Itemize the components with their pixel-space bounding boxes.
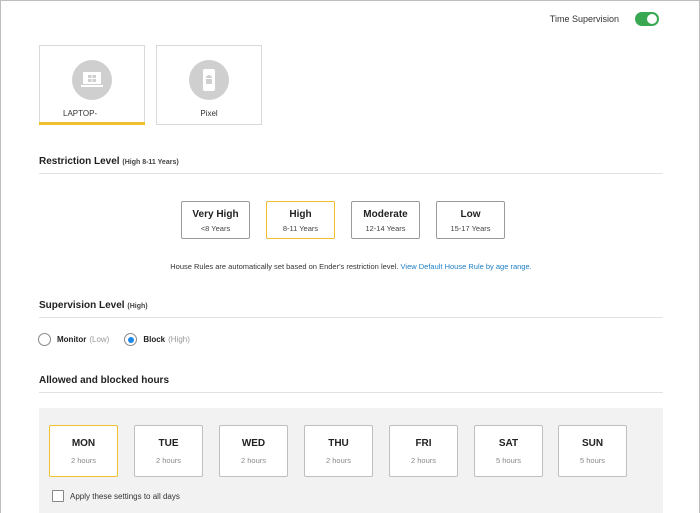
- android-phone-icon: [189, 60, 229, 100]
- level-low-button[interactable]: Low 15-17 Years: [436, 201, 505, 239]
- level-range: 12-14 Years: [365, 224, 406, 233]
- apply-all-days-row[interactable]: Apply these settings to all days: [52, 490, 180, 502]
- level-label: High: [289, 209, 312, 220]
- supervision-level-title: Supervision Level: [39, 300, 125, 311]
- day-label: MON: [71, 438, 96, 449]
- day-hours: 5 hours: [579, 456, 606, 465]
- day-label: SUN: [581, 438, 604, 449]
- level-very-high-button[interactable]: Very High <8 Years: [181, 201, 250, 239]
- divider: [39, 173, 663, 174]
- windows-laptop-icon: [72, 60, 112, 100]
- device-card-laptop[interactable]: LAPTOP-: [39, 45, 145, 125]
- house-rules-text: House Rules are automatically set based …: [170, 262, 399, 271]
- divider: [39, 317, 663, 318]
- level-range: <8 Years: [200, 224, 231, 233]
- monitor-label: Monitor: [57, 335, 87, 344]
- level-range: 15-17 Years: [450, 224, 491, 233]
- day-hours: 2 hours: [155, 456, 182, 465]
- day-hours: 2 hours: [240, 456, 267, 465]
- day-tue-button[interactable]: TUE 2 hours: [134, 425, 203, 477]
- time-supervision-toggle[interactable]: [635, 12, 659, 26]
- day-hours: 2 hours: [410, 456, 437, 465]
- day-label: WED: [241, 438, 266, 449]
- level-label: Very High: [192, 209, 239, 220]
- block-radio[interactable]: [124, 333, 138, 346]
- supervision-level-heading: Supervision Level (High): [39, 300, 148, 311]
- house-rules-note: House Rules are automatically set based …: [1, 262, 700, 271]
- level-label: Low: [460, 209, 481, 220]
- allowed-hours-heading: Allowed and blocked hours: [39, 375, 170, 386]
- day-label: FRI: [415, 438, 432, 449]
- day-label: SAT: [498, 438, 519, 449]
- day-mon-button[interactable]: MON 2 hours: [49, 425, 118, 477]
- device-name: LAPTOP-: [63, 109, 98, 118]
- monitor-hint: (Low): [89, 335, 110, 344]
- day-wed-button[interactable]: WED 2 hours: [219, 425, 288, 477]
- apply-all-days-label: Apply these settings to all days: [70, 491, 180, 501]
- level-high-button[interactable]: High 8-11 Years: [266, 201, 335, 239]
- day-sun-button[interactable]: SUN 5 hours: [558, 425, 627, 477]
- day-hours: 2 hours: [70, 456, 97, 465]
- restriction-level-title: Restriction Level: [39, 156, 120, 167]
- supervision-level-subtitle: (High): [127, 303, 148, 310]
- time-supervision-label: Time Supervision: [549, 14, 619, 24]
- apply-all-days-checkbox[interactable]: [52, 490, 64, 502]
- day-label: TUE: [158, 438, 179, 449]
- day-label: THU: [328, 438, 349, 449]
- restriction-level-subtitle: (High 8-11 Years): [122, 159, 179, 166]
- day-thu-button[interactable]: THU 2 hours: [304, 425, 373, 477]
- settings-panel: Time Supervision LAPTOP- Pixel Restricti…: [0, 0, 700, 513]
- device-name: Pixel: [200, 109, 218, 118]
- device-card-pixel[interactable]: Pixel: [156, 45, 262, 125]
- level-moderate-button[interactable]: Moderate 12-14 Years: [351, 201, 420, 239]
- divider: [39, 392, 663, 393]
- restriction-level-heading: Restriction Level (High 8-11 Years): [39, 156, 179, 167]
- level-label: Moderate: [363, 209, 408, 220]
- hours-panel: MON 2 hours TUE 2 hours WED 2 hours THU …: [39, 408, 663, 513]
- block-label: Block: [143, 335, 166, 344]
- selected-indicator: [39, 122, 145, 125]
- toggle-knob: [647, 14, 657, 24]
- day-sat-button[interactable]: SAT 5 hours: [474, 425, 543, 477]
- monitor-radio[interactable]: [38, 333, 51, 346]
- day-hours: 5 hours: [495, 456, 522, 465]
- supervision-options: Monitor (Low) Block (High): [38, 333, 190, 346]
- block-hint: (High): [168, 335, 190, 344]
- level-range: 8-11 Years: [282, 224, 319, 233]
- day-fri-button[interactable]: FRI 2 hours: [389, 425, 458, 477]
- view-default-house-rule-link[interactable]: View Default House Rule by age range.: [401, 262, 532, 271]
- day-hours: 2 hours: [325, 456, 352, 465]
